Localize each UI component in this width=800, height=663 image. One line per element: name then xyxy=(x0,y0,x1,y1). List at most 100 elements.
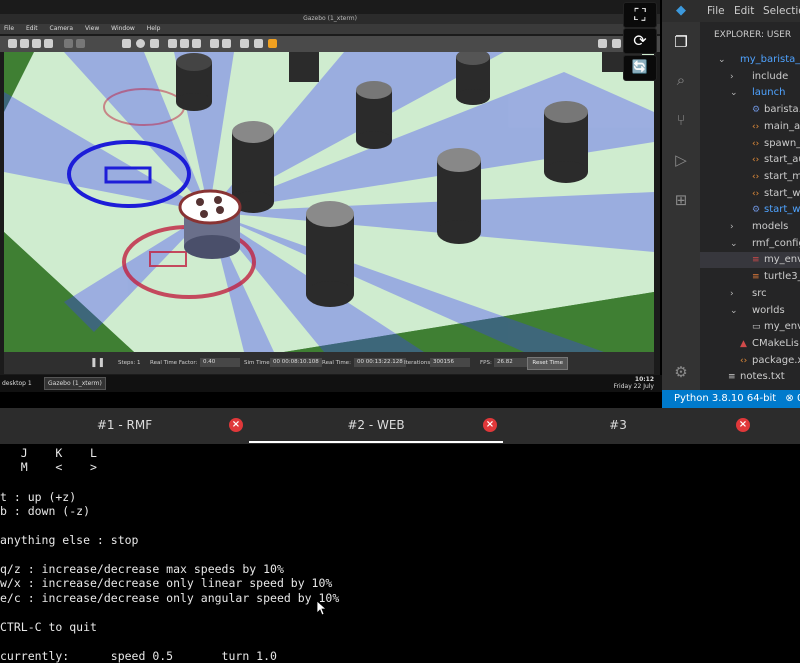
directional-light-icon[interactable] xyxy=(192,39,201,48)
explorer-icon[interactable]: ❐ xyxy=(671,32,691,52)
fps-value: 26.82 xyxy=(494,358,530,367)
tree-item-label: notes.txt xyxy=(740,371,785,383)
gazebo-window: Gazebo (1_xterm) File Edit Camera View W… xyxy=(0,0,660,390)
menu-help[interactable]: Help xyxy=(147,25,161,32)
tree-item[interactable]: ⌄ worlds xyxy=(700,303,800,319)
tree-item[interactable]: ⚙start_wo xyxy=(700,202,800,218)
clock-time: 10:12 xyxy=(634,376,654,383)
file-type-icon: ⚙ xyxy=(752,105,761,116)
tree-item[interactable]: ▭my_env_ xyxy=(700,319,800,335)
tree-item[interactable]: ⚙barista.la xyxy=(700,102,800,118)
tree-item[interactable]: ⌄ my_barista_ xyxy=(700,52,800,68)
cylinder-shape-icon[interactable] xyxy=(150,39,159,48)
sync-icon[interactable]: 🔄 xyxy=(623,55,657,81)
scale-tool-icon[interactable] xyxy=(44,39,53,48)
extensions-icon[interactable]: ⊞ xyxy=(671,190,691,210)
menu-camera[interactable]: Camera xyxy=(50,25,74,32)
problems-status[interactable]: ⊗ 0 ⚠ xyxy=(785,393,800,404)
rotate-tool-icon[interactable] xyxy=(32,39,41,48)
vscode-explorer: EXPLORER: USER ⌄ my_barista_ › include ⌄ laun… xyxy=(700,22,800,390)
refresh-icon[interactable]: ⟳ xyxy=(623,28,657,54)
robot-model xyxy=(178,189,242,259)
chevron-right-icon: › xyxy=(730,288,734,299)
point-light-icon[interactable] xyxy=(168,39,177,48)
undo-icon[interactable] xyxy=(64,39,73,48)
tab-rmf[interactable]: #1 - RMF xyxy=(0,408,249,444)
tree-item-label: start_aut xyxy=(764,154,800,166)
tree-item-label: start_my xyxy=(764,170,800,182)
tab-web[interactable]: #2 - WEB xyxy=(249,408,503,444)
file-type-icon: ‹› xyxy=(752,138,760,149)
reset-time-button[interactable]: Reset Time xyxy=(527,357,568,370)
redo-icon[interactable] xyxy=(76,39,85,48)
chevron-down-icon: ⌄ xyxy=(730,88,738,99)
run-debug-icon[interactable]: ▷ xyxy=(671,150,691,170)
copy-icon[interactable] xyxy=(210,39,219,48)
tree-item-label: package.x xyxy=(752,354,800,366)
tree-item[interactable]: ⌄ launch xyxy=(700,85,800,101)
menu-view[interactable]: View xyxy=(85,25,99,32)
tree-item[interactable]: ⌄ rmf_config xyxy=(700,236,800,252)
change-view-icon[interactable] xyxy=(268,39,277,48)
tree-item[interactable]: › src xyxy=(700,286,800,302)
terminal-output[interactable]: J K L M < > t : up (+z) b : down (-z) anyth… xyxy=(0,444,800,663)
source-control-icon[interactable]: ⑂ xyxy=(671,110,691,130)
terminal-line: t : up (+z) xyxy=(0,490,77,504)
rtf-value: 0.40 xyxy=(200,358,240,367)
tree-item-label: my_env_ xyxy=(764,321,800,333)
sphere-shape-icon[interactable] xyxy=(136,39,145,48)
taskbar-gazebo-entry[interactable]: Gazebo (1_xterm) xyxy=(44,377,106,390)
vscode-menu-bar: ◆ File Edit Selection xyxy=(662,0,800,22)
screenshot-icon[interactable] xyxy=(598,39,607,48)
tree-item[interactable]: ≡ notes.txt xyxy=(700,369,800,385)
tree-item[interactable]: ▲ CMakeLis xyxy=(700,336,800,352)
menu-window[interactable]: Window xyxy=(111,25,135,32)
tab-label: #1 - RMF xyxy=(96,418,153,432)
tree-item[interactable]: ‹› start_aut xyxy=(700,152,800,168)
tree-item[interactable]: ‹› main_aut xyxy=(700,119,800,135)
file-type-icon: ▲ xyxy=(740,338,747,349)
sim-time-label: Sim Time: xyxy=(244,360,272,366)
tree-item[interactable]: ‹› start_my xyxy=(700,169,800,185)
chevron-down-icon: ⌄ xyxy=(718,55,726,65)
tree-item-label: rmf_config xyxy=(752,237,800,249)
select-tool-icon[interactable] xyxy=(8,39,17,48)
file-type-icon: ≡ xyxy=(728,372,736,383)
gazebo-3d-viewport[interactable] xyxy=(4,52,654,352)
desktop-switcher[interactable]: desktop 1 xyxy=(2,380,32,387)
tree-item[interactable]: ‹› spawn_b xyxy=(700,136,800,152)
translate-tool-icon[interactable] xyxy=(20,39,29,48)
search-icon[interactable]: ⌕ xyxy=(671,70,691,90)
menu-edit[interactable]: Edit xyxy=(26,25,38,32)
vscode-menu-edit[interactable]: Edit xyxy=(734,5,754,17)
tree-item[interactable]: ≡ turtle3_n xyxy=(700,269,800,285)
tree-item[interactable]: › include xyxy=(700,69,800,85)
pause-icon[interactable]: ❚❚ xyxy=(90,358,105,368)
box-shape-icon[interactable] xyxy=(122,39,131,48)
tree-item[interactable]: ≡ my_envi xyxy=(700,252,800,269)
spot-light-icon[interactable] xyxy=(180,39,189,48)
desktop-taskbar: desktop 1 Gazebo (1_xterm) 10:12 Friday … xyxy=(0,375,662,392)
close-tab-web-icon[interactable]: × xyxy=(483,418,497,432)
fullscreen-icon[interactable]: ⛶ xyxy=(623,2,657,28)
paste-icon[interactable] xyxy=(222,39,231,48)
menu-file[interactable]: File xyxy=(4,25,14,32)
tab-3[interactable]: #3 xyxy=(503,408,733,444)
tree-item[interactable]: ‹› package.x xyxy=(700,353,800,369)
close-tab-3-icon[interactable]: × xyxy=(736,418,750,432)
terminal-line: q/z : increase/decrease max speeds by 10… xyxy=(0,562,284,576)
log-icon[interactable] xyxy=(612,39,621,48)
settings-gear-icon[interactable]: ⚙ xyxy=(671,362,691,382)
close-tab-rmf-icon[interactable]: × xyxy=(229,418,243,432)
terminal-line: M < > xyxy=(0,460,97,474)
tree-item[interactable]: ‹› start_wo xyxy=(700,186,800,202)
vscode-menu-selection[interactable]: Selection xyxy=(763,5,800,17)
chevron-right-icon: › xyxy=(730,71,734,82)
python-interpreter-status[interactable]: Python 3.8.10 64-bit xyxy=(674,393,776,404)
vscode-menu-file[interactable]: File xyxy=(707,5,725,17)
align-icon[interactable] xyxy=(240,39,249,48)
tree-item-label: launch xyxy=(752,87,786,99)
snap-icon[interactable] xyxy=(254,39,263,48)
fps-label: FPS: xyxy=(480,360,492,366)
tree-item[interactable]: › models xyxy=(700,219,800,235)
